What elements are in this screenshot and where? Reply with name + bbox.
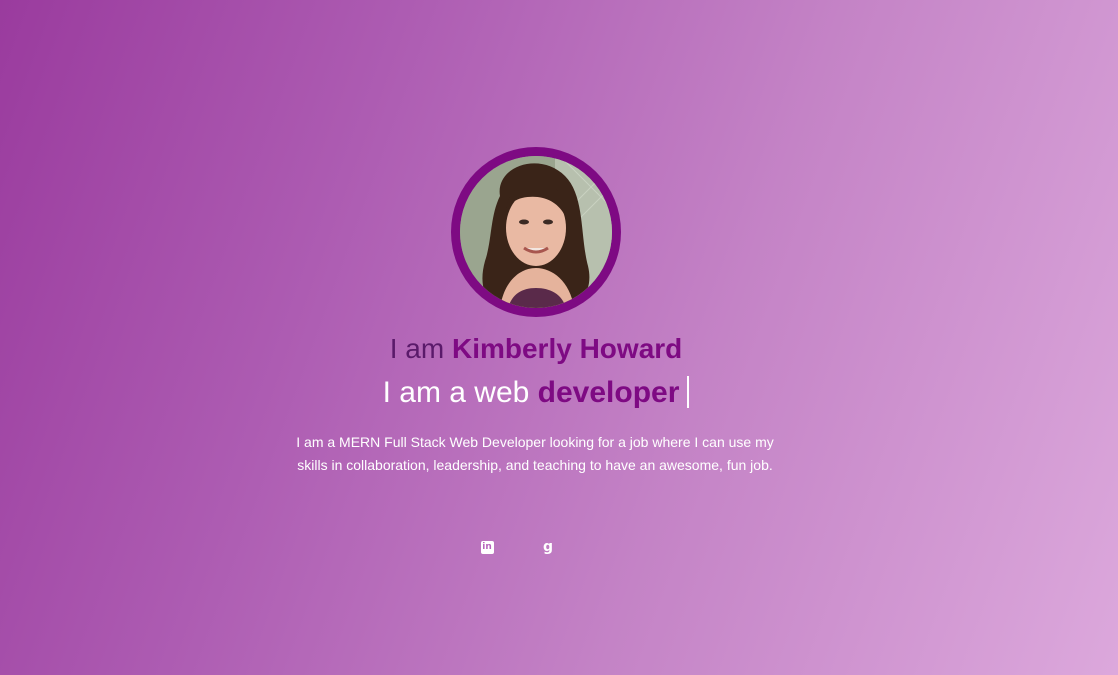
role-typed-text: developer	[537, 376, 680, 409]
bio-text: I am a MERN Full Stack Web Developer loo…	[296, 434, 774, 473]
avatar-photo	[460, 156, 612, 308]
role-heading: I am a web developer	[0, 376, 1072, 410]
person-name: Kimberly Howard	[451, 333, 683, 364]
avatar-ring	[451, 147, 621, 317]
typing-cursor	[687, 376, 690, 408]
linkedin-link[interactable]: in	[479, 539, 495, 555]
github-icon: g	[542, 539, 554, 555]
intro-prefix: I am	[389, 333, 445, 364]
linkedin-icon: in	[480, 540, 494, 554]
avatar	[460, 156, 612, 308]
hero-section: I am Kimberly Howard I am a web develope…	[0, 0, 1118, 675]
intro-heading: I am Kimberly Howard	[0, 333, 1072, 365]
github-link[interactable]: g	[540, 539, 556, 555]
role-prefix: I am a web	[382, 376, 530, 409]
